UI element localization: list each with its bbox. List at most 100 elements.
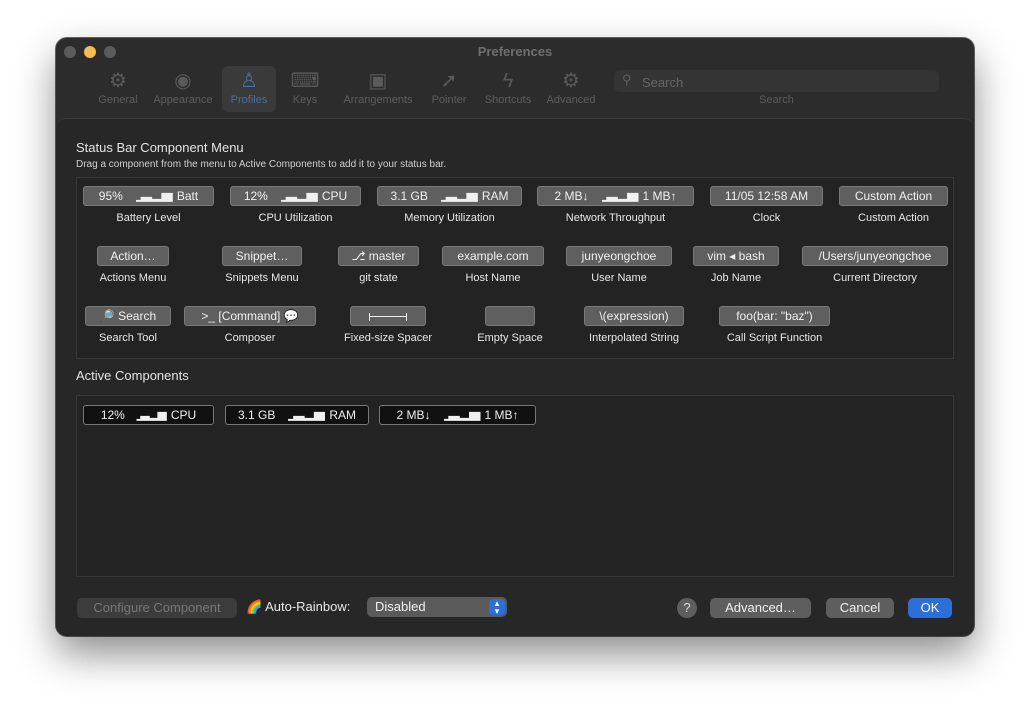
- ok-button[interactable]: OK: [908, 598, 952, 618]
- toolbar-advanced[interactable]: ⚙ Advanced: [541, 68, 601, 106]
- active-cpu-chip[interactable]: 12% CPU: [83, 405, 214, 425]
- component-username-label: User Name: [591, 272, 647, 284]
- windows-icon: ▣: [368, 70, 388, 92]
- help-button[interactable]: ?: [677, 598, 697, 618]
- auto-rainbow-text: Auto-Rainbow:: [265, 599, 351, 614]
- active-components-area[interactable]: 12% CPU 3.1 GB RAM 2 MB↓ 1 MB↑: [76, 395, 954, 577]
- menu-subtitle: Drag a component from the menu to Active…: [76, 159, 447, 170]
- active-memory-value: 3.1 GB: [237, 408, 276, 422]
- component-cpu-chip[interactable]: 12% CPU: [230, 186, 361, 206]
- component-composer-chip[interactable]: >_ [Command] 💬: [184, 306, 316, 326]
- advanced-button[interactable]: Advanced…: [710, 598, 811, 618]
- eye-icon: ◉: [174, 70, 192, 92]
- component-snippets-chip[interactable]: Snippet…: [222, 246, 302, 266]
- component-search-chip[interactable]: 🔎 Search: [85, 306, 171, 326]
- component-search-label: Search Tool: [99, 332, 157, 344]
- search-field[interactable]: ⚲: [614, 70, 939, 92]
- gear-icon: ⚙: [109, 70, 127, 92]
- memory-chip-value: 3.1 GB: [390, 189, 428, 203]
- component-git-chip[interactable]: ⎇ master: [338, 246, 419, 266]
- toolbar-appearance[interactable]: ◉ Appearance: [150, 68, 216, 106]
- component-jobname-label: Job Name: [710, 272, 762, 284]
- component-empty-space-label: Empty Space: [477, 332, 543, 344]
- component-actions-chip[interactable]: Action…: [97, 246, 169, 266]
- cancel-button[interactable]: Cancel: [826, 598, 894, 618]
- sparkline-icon: [592, 192, 639, 202]
- sparkline-icon: [431, 192, 478, 202]
- component-actions-label: Actions Menu: [99, 272, 167, 284]
- memory-chip-unit: RAM: [481, 189, 509, 203]
- component-battery-label: Battery Level: [116, 212, 181, 224]
- active-network-up: 1 MB↑: [484, 408, 519, 422]
- component-directory-chip[interactable]: /Users/junyeongchoe: [802, 246, 948, 266]
- pointer-icon: ➚: [440, 70, 458, 92]
- active-cpu-value: 12%: [100, 408, 125, 422]
- component-network-chip[interactable]: 2 MB↓ 1 MB↑: [537, 186, 694, 206]
- sparkline-icon: [128, 411, 167, 421]
- component-palette: 95% Batt Battery Level 12% CPU CPU Utiliza…: [76, 177, 954, 359]
- toolbar-appearance-label: Appearance: [153, 94, 213, 106]
- person-icon: ♙: [240, 70, 258, 92]
- toolbar-advanced-label: Advanced: [546, 94, 596, 106]
- toolbar-shortcuts[interactable]: ϟ Shortcuts: [481, 68, 535, 106]
- component-username-chip[interactable]: junyeongchoe: [566, 246, 672, 266]
- cpu-chip-unit: CPU: [321, 189, 348, 203]
- toolbar-general-label: General: [98, 94, 138, 106]
- toolbar-general[interactable]: ⚙ General: [94, 68, 142, 106]
- active-memory-chip[interactable]: 3.1 GB RAM: [225, 405, 369, 425]
- component-battery-chip[interactable]: 95% Batt: [83, 186, 214, 206]
- toolbar-shortcuts-label: Shortcuts: [484, 94, 532, 106]
- component-memory-chip[interactable]: 3.1 GB RAM: [377, 186, 522, 206]
- component-clock-chip[interactable]: 11/05 12:58 AM: [710, 186, 823, 206]
- configure-component-button[interactable]: Configure Component: [77, 598, 237, 618]
- auto-rainbow-label: 🌈 Auto-Rainbow:: [246, 599, 350, 615]
- active-network-chip[interactable]: 2 MB↓ 1 MB↑: [379, 405, 536, 425]
- component-git-label: git state: [359, 272, 398, 284]
- cpu-chip-value: 12%: [243, 189, 268, 203]
- component-directory-label: Current Directory: [833, 272, 917, 284]
- sparkline-icon: [271, 192, 318, 202]
- toolbar-profiles-label: Profiles: [230, 94, 268, 106]
- search-caption: Search: [759, 94, 794, 106]
- auto-rainbow-select[interactable]: Disabled ▴ ▾: [367, 597, 507, 617]
- component-snippets-label: Snippets Menu: [225, 272, 299, 284]
- component-interpolated-chip[interactable]: \(expression): [584, 306, 684, 326]
- component-cpu-label: CPU Utilization: [258, 212, 333, 224]
- battery-chip-value: 95%: [98, 189, 123, 203]
- component-spacer-chip[interactable]: [350, 306, 426, 326]
- component-hostname-chip[interactable]: example.com: [442, 246, 544, 266]
- toolbar-arrangements[interactable]: ▣ Arrangements: [338, 68, 418, 106]
- toolbar-keys-label: Keys: [292, 94, 318, 106]
- status-bar-sheet: Status Bar Component Menu Drag a compone…: [56, 118, 974, 636]
- active-memory-unit: RAM: [329, 408, 357, 422]
- titlebar: Preferences ⚙ General ◉ Appearance ♙ Pro…: [56, 38, 974, 118]
- sparkline-icon: [434, 411, 481, 421]
- sparkline-icon: [279, 411, 326, 421]
- gears-icon: ⚙: [562, 70, 580, 92]
- preferences-window: Preferences ⚙ General ◉ Appearance ♙ Pro…: [56, 38, 974, 636]
- toolbar-pointer-label: Pointer: [431, 94, 467, 106]
- toolbar-pointer[interactable]: ➚ Pointer: [427, 68, 471, 106]
- sparkline-icon: [126, 192, 173, 202]
- component-clock-label: Clock: [752, 212, 781, 224]
- toolbar-keys[interactable]: ⌨ Keys: [286, 68, 324, 106]
- component-custom-action-chip[interactable]: Custom Action: [839, 186, 948, 206]
- network-chip-up: 1 MB↑: [642, 189, 677, 203]
- search-input[interactable]: [640, 72, 924, 92]
- menu-title: Status Bar Component Menu: [76, 140, 244, 155]
- component-interpolated-label: Interpolated String: [589, 332, 679, 344]
- auto-rainbow-value: Disabled: [375, 599, 426, 614]
- active-network-down: 2 MB↓: [396, 408, 431, 422]
- component-memory-label: Memory Utilization: [404, 212, 495, 224]
- keyboard-icon: ⌨: [290, 70, 320, 92]
- component-empty-space-chip[interactable]: [485, 306, 535, 326]
- lightning-icon: ϟ: [502, 70, 514, 92]
- component-script-function-chip[interactable]: foo(bar: "baz"): [719, 306, 830, 326]
- component-hostname-label: Host Name: [465, 272, 521, 284]
- rainbow-icon: 🌈: [246, 599, 263, 614]
- active-components-title: Active Components: [76, 368, 189, 383]
- component-composer-label: Composer: [224, 332, 276, 344]
- component-jobname-chip[interactable]: vim ◂ bash: [693, 246, 779, 266]
- toolbar-profiles[interactable]: ♙ Profiles: [222, 66, 276, 112]
- component-spacer-label: Fixed-size Spacer: [343, 332, 433, 344]
